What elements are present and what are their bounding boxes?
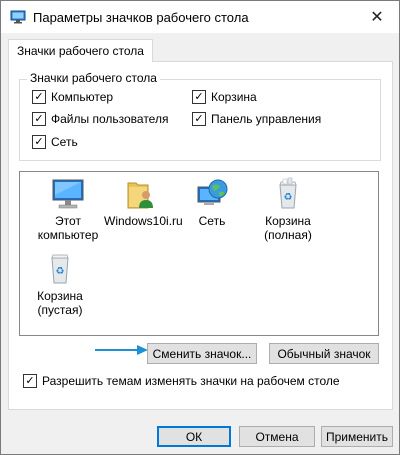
checkmark-icon[interactable]: ✓ [32,90,46,104]
window-title: Параметры значков рабочего стола [33,10,249,25]
icon-item-network[interactable]: Сеть [176,177,248,228]
checkmark-icon[interactable]: ✓ [192,112,206,126]
checkbox-recycle-bin[interactable]: ✓ Корзина [192,90,257,104]
network-globe-icon [197,179,228,205]
checkmark-icon[interactable]: ✓ [192,90,206,104]
icon-item-user-folder[interactable]: Windows10i.ru [104,177,183,228]
recycle-bin-empty-icon: ♻ [51,254,69,284]
checkbox-network[interactable]: ✓ Сеть [32,135,78,149]
close-icon: ✕ [370,9,384,26]
cancel-button[interactable]: Отмена [239,426,315,447]
svg-text:♻: ♻ [284,192,293,203]
computer-icon [52,179,84,209]
icon-item-recycle-empty[interactable]: ♻ Корзина (пустая) [24,252,96,317]
apply-button[interactable]: Применить [321,426,393,447]
checkbox-allow-themes[interactable]: ✓ Разрешить темам изменять значки на раб… [23,374,340,388]
icon-list[interactable]: Этот компьютер Windows10i.ru Сеть ♻ Корз… [19,171,379,336]
svg-text:♻: ♻ [56,266,65,277]
desktop-icon-settings-icon [10,10,26,24]
checkbox-computer[interactable]: ✓ Компьютер [32,90,113,104]
title-bar[interactable]: Параметры значков рабочего стола ✕ [1,1,399,33]
tab-desktop-icons[interactable]: Значки рабочего стола [8,39,153,62]
checkbox-control-panel[interactable]: ✓ Панель управления [192,112,321,126]
ok-button[interactable]: ОК [157,426,231,447]
close-button[interactable]: ✕ [355,1,399,33]
recycle-bin-full-icon: ♻ [279,177,297,209]
icon-item-recycle-full[interactable]: ♻ Корзина (полная) [252,177,324,242]
dialog-window: Параметры значков рабочего стола ✕ Значк… [0,0,400,455]
icon-item-this-pc[interactable]: Этот компьютер [32,177,104,242]
change-icon-button[interactable]: Сменить значок... [147,343,257,364]
checkmark-icon[interactable]: ✓ [32,135,46,149]
checkbox-user-files[interactable]: ✓ Файлы пользователя [32,112,168,126]
user-folder-icon [127,182,153,209]
arrow-pointer-icon [95,345,148,355]
checkmark-icon[interactable]: ✓ [23,374,37,388]
checkmark-icon[interactable]: ✓ [32,112,46,126]
group-label: Значки рабочего стола [27,71,160,85]
default-icon-button[interactable]: Обычный значок [269,343,379,364]
